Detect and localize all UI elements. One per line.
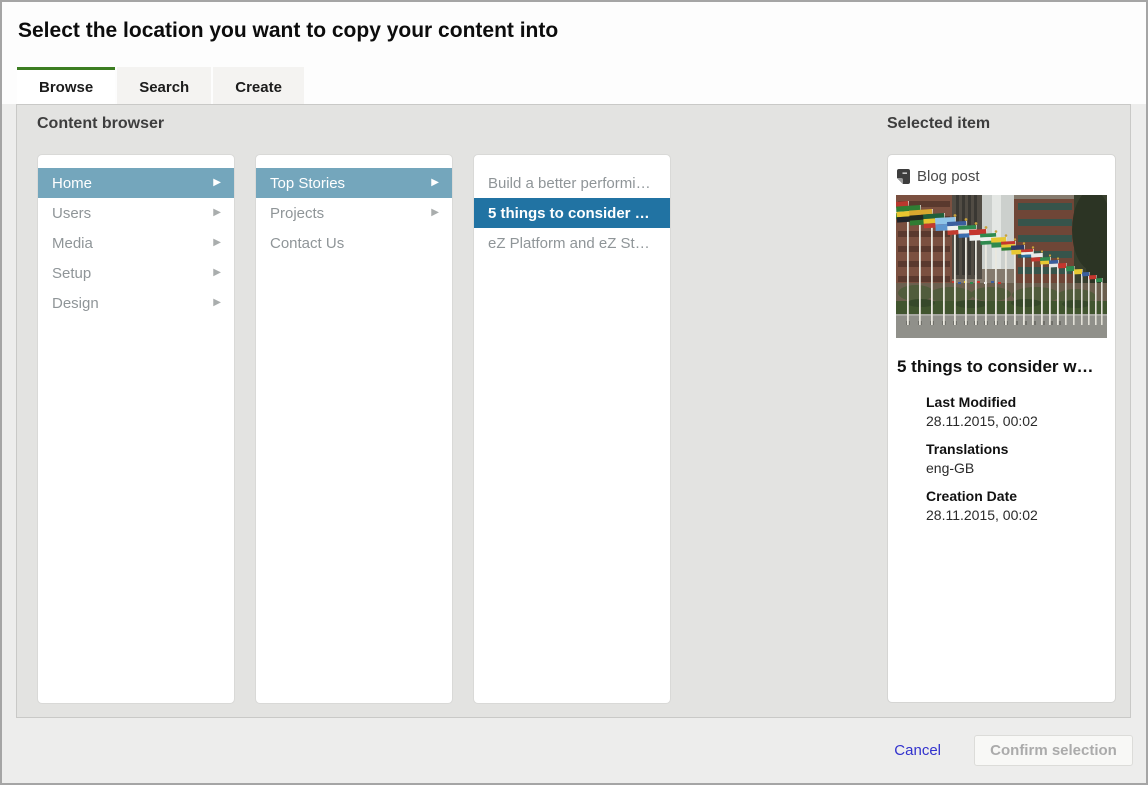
selected-item-card: Blog post bbox=[887, 154, 1116, 703]
copy-location-dialog: Select the location you want to copy you… bbox=[0, 0, 1148, 785]
selected-item-title: 5 things to consider w… bbox=[897, 357, 1107, 377]
selected-item-fields: Last Modified 28.11.2015, 00:02 Translat… bbox=[896, 393, 1107, 525]
tree-item-projects[interactable]: Projects ▶ bbox=[256, 198, 452, 228]
tree-item-media[interactable]: Media ▶ bbox=[38, 228, 234, 258]
field-translations: Translations eng-GB bbox=[926, 440, 1107, 478]
caret-right-icon: ▶ bbox=[431, 178, 439, 188]
dialog-header: Select the location you want to copy you… bbox=[2, 2, 1146, 104]
tree-item-top-stories[interactable]: Top Stories ▶ bbox=[256, 168, 452, 198]
content-browser-heading: Content browser bbox=[37, 115, 164, 133]
tree-item-home[interactable]: Home ▶ bbox=[38, 168, 234, 198]
caret-right-icon: ▶ bbox=[213, 208, 221, 218]
content-type-row: Blog post bbox=[897, 168, 1107, 185]
selected-item-heading: Selected item bbox=[887, 115, 990, 133]
caret-right-icon: ▶ bbox=[213, 238, 221, 248]
field-value: eng-GB bbox=[926, 459, 1107, 478]
tree-item-ez-platform[interactable]: eZ Platform and eZ St… bbox=[474, 228, 670, 258]
dialog-title: Select the location you want to copy you… bbox=[18, 19, 558, 43]
tree-item-design[interactable]: Design ▶ bbox=[38, 288, 234, 318]
tree-item-setup[interactable]: Setup ▶ bbox=[38, 258, 234, 288]
tab-browse[interactable]: Browse bbox=[17, 67, 115, 104]
tree-item-label: Contact Us bbox=[270, 235, 344, 252]
browser-column-3: Build a better performi… 5 things to con… bbox=[473, 154, 671, 704]
tree-item-label: Setup bbox=[52, 265, 91, 282]
tree-item-5-things[interactable]: 5 things to consider … bbox=[474, 198, 670, 228]
confirm-selection-button[interactable]: Confirm selection bbox=[974, 735, 1133, 766]
field-creation-date: Creation Date 28.11.2015, 00:02 bbox=[926, 487, 1107, 525]
caret-right-icon: ▶ bbox=[213, 268, 221, 278]
blog-post-icon bbox=[897, 169, 910, 184]
caret-right-icon: ▶ bbox=[213, 298, 221, 308]
field-last-modified: Last Modified 28.11.2015, 00:02 bbox=[926, 393, 1107, 431]
caret-right-icon: ▶ bbox=[431, 208, 439, 218]
tree-item-label: Users bbox=[52, 205, 91, 222]
tree-item-label: Media bbox=[52, 235, 93, 252]
browser-column-1: Home ▶ Users ▶ Media ▶ Setup ▶ Design ▶ bbox=[37, 154, 235, 704]
tree-item-label: 5 things to consider … bbox=[488, 205, 650, 222]
tab-search[interactable]: Search bbox=[117, 67, 211, 104]
field-value: 28.11.2015, 00:02 bbox=[926, 506, 1107, 525]
tree-item-build-a-better[interactable]: Build a better performi… bbox=[474, 168, 670, 198]
tab-bar: Browse Search Create bbox=[17, 67, 306, 104]
field-value: 28.11.2015, 00:02 bbox=[926, 412, 1107, 431]
browser-column-2: Top Stories ▶ Projects ▶ Contact Us bbox=[255, 154, 453, 704]
tree-item-label: Top Stories bbox=[270, 175, 345, 192]
tree-item-users[interactable]: Users ▶ bbox=[38, 198, 234, 228]
tab-create[interactable]: Create bbox=[213, 67, 304, 104]
content-type-label: Blog post bbox=[917, 168, 980, 185]
field-label: Last Modified bbox=[926, 393, 1107, 412]
content-browser-panel: Content browser Selected item Home ▶ Use… bbox=[16, 104, 1131, 718]
cancel-button[interactable]: Cancel bbox=[894, 742, 941, 759]
flags-photo bbox=[896, 195, 1107, 338]
dialog-footer: Cancel Confirm selection bbox=[2, 718, 1146, 783]
tree-item-label: Projects bbox=[270, 205, 324, 222]
tree-item-label: eZ Platform and eZ St… bbox=[488, 235, 650, 252]
field-label: Translations bbox=[926, 440, 1107, 459]
tree-item-contact-us[interactable]: Contact Us bbox=[256, 228, 452, 258]
tree-item-label: Design bbox=[52, 295, 99, 312]
tree-item-label: Home bbox=[52, 175, 92, 192]
tree-item-label: Build a better performi… bbox=[488, 175, 651, 192]
caret-right-icon: ▶ bbox=[213, 178, 221, 188]
field-label: Creation Date bbox=[926, 487, 1107, 506]
